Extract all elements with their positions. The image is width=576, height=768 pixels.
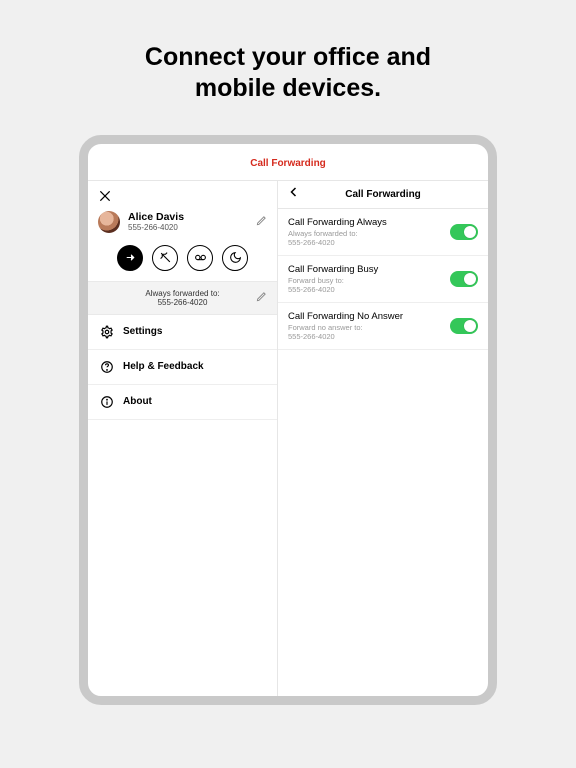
menu-help[interactable]: Help & Feedback bbox=[88, 350, 277, 385]
toggle-busy[interactable] bbox=[450, 271, 478, 287]
setting-busy-title: Call Forwarding Busy bbox=[288, 264, 442, 275]
mute-call-icon[interactable] bbox=[152, 245, 178, 271]
menu-help-label: Help & Feedback bbox=[123, 361, 204, 372]
sidebar: Alice Davis 555-266-4020 bbox=[88, 181, 278, 696]
avatar bbox=[98, 211, 120, 233]
app-header-title: Call Forwarding bbox=[250, 158, 326, 169]
app-header: Call Forwarding bbox=[88, 144, 488, 181]
detail-title: Call Forwarding bbox=[288, 189, 478, 200]
menu-settings[interactable]: Settings bbox=[88, 315, 277, 350]
help-icon bbox=[100, 360, 114, 374]
detail-pane: Call Forwarding Call Forwarding Always A… bbox=[278, 181, 488, 696]
profile-name: Alice Davis bbox=[128, 211, 248, 223]
info-icon bbox=[100, 395, 114, 409]
back-icon[interactable] bbox=[288, 185, 300, 203]
profile-row[interactable]: Alice Davis 555-266-4020 bbox=[88, 207, 277, 241]
menu-settings-label: Settings bbox=[123, 326, 162, 337]
voicemail-icon[interactable] bbox=[187, 245, 213, 271]
forward-summary-number: 555-266-4020 bbox=[109, 298, 256, 307]
setting-always-sub1: Always forwarded to: bbox=[288, 229, 358, 238]
do-not-disturb-icon[interactable] bbox=[222, 245, 248, 271]
profile-number: 555-266-4020 bbox=[128, 223, 248, 232]
toggle-noanswer[interactable] bbox=[450, 318, 478, 334]
setting-noanswer-sub1: Forward no answer to: bbox=[288, 323, 363, 332]
toggle-always[interactable] bbox=[450, 224, 478, 240]
setting-noanswer-sub2: 555-266-4020 bbox=[288, 332, 335, 341]
menu-about[interactable]: About bbox=[88, 385, 277, 420]
forward-summary[interactable]: Always forwarded to: 555-266-4020 bbox=[88, 281, 277, 315]
hero-line2: mobile devices. bbox=[195, 74, 381, 102]
edit-profile-icon[interactable] bbox=[256, 213, 267, 231]
forward-icon[interactable] bbox=[117, 245, 143, 271]
hero-line1: Connect your office and bbox=[145, 43, 431, 71]
close-icon[interactable] bbox=[98, 189, 112, 203]
setting-always-title: Call Forwarding Always bbox=[288, 217, 442, 228]
detail-header: Call Forwarding bbox=[278, 181, 488, 209]
setting-noanswer-title: Call Forwarding No Answer bbox=[288, 311, 442, 322]
setting-busy-sub2: 555-266-4020 bbox=[288, 285, 335, 294]
forward-summary-label: Always forwarded to: bbox=[109, 289, 256, 298]
setting-busy-sub1: Forward busy to: bbox=[288, 276, 344, 285]
menu-about-label: About bbox=[123, 396, 152, 407]
hero-headline: Connect your office and mobile devices. bbox=[0, 0, 576, 135]
tablet-frame: Call Forwarding Alice Davis 555-266-4020 bbox=[79, 135, 497, 705]
edit-forward-icon[interactable] bbox=[256, 289, 267, 307]
gear-icon bbox=[100, 325, 114, 339]
action-row bbox=[88, 241, 277, 281]
setting-busy[interactable]: Call Forwarding Busy Forward busy to: 55… bbox=[278, 256, 488, 303]
setting-always-sub2: 555-266-4020 bbox=[288, 238, 335, 247]
setting-noanswer[interactable]: Call Forwarding No Answer Forward no ans… bbox=[278, 303, 488, 350]
setting-always[interactable]: Call Forwarding Always Always forwarded … bbox=[278, 209, 488, 256]
